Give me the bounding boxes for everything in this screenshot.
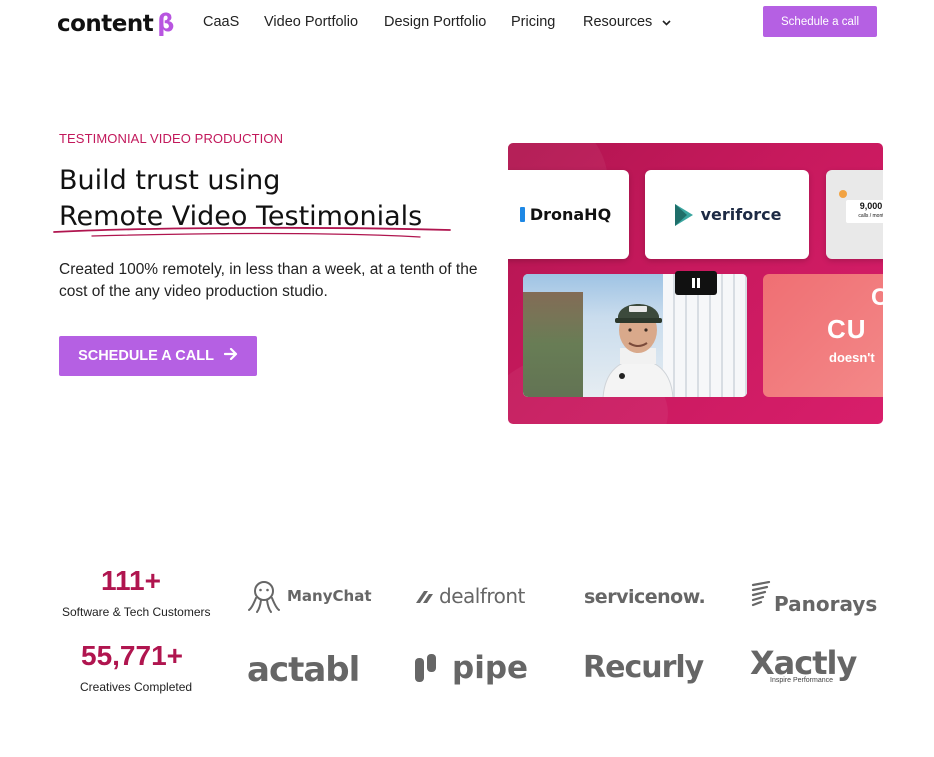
dronahq-label: DronaHQ (529, 205, 612, 224)
logo-beta-mark: β (157, 9, 174, 37)
actabl-label: actabl (247, 650, 360, 690)
pause-icon (692, 278, 700, 288)
pipe-logo: pipe (414, 650, 528, 686)
stat-creatives-label: Creatives Completed (80, 680, 193, 694)
pipe-icon (415, 654, 436, 682)
promo-line1: C (871, 284, 883, 311)
actabl-logo: actabl (247, 650, 360, 690)
veriforce-icon (674, 203, 693, 226)
promo-line3: doesn't (829, 350, 875, 365)
servicenow-logo: servicenow. (584, 586, 706, 608)
schedule-call-hero-button[interactable]: SCHEDULE A CALL (59, 336, 257, 376)
pause-button[interactable] (675, 271, 717, 295)
pipe-label: pipe (452, 650, 529, 686)
panorays-logo: Panorays (751, 578, 877, 616)
dronahq-icon (519, 207, 525, 222)
title-underline-decoration (53, 226, 451, 238)
promo-line2: CU (827, 314, 867, 344)
panorays-icon (751, 581, 771, 607)
manychat-logo: ManyChat (246, 578, 372, 614)
nav-item-label: Design Portfolio (384, 14, 487, 30)
xactly-tagline: Inspire Performance (770, 677, 834, 684)
dealfront-icon (416, 591, 433, 603)
orange-badge-icon (839, 190, 847, 198)
recurly-label: Recurly (583, 650, 704, 685)
logo-text: content (57, 11, 154, 37)
content-logo[interactable]: content β (57, 9, 174, 37)
nav-item-caas[interactable]: CaaS (203, 14, 239, 30)
nav-item-label: Pricing (511, 14, 556, 30)
nav-item-pricing[interactable]: Pricing (511, 14, 555, 30)
stat-customers-value: 111+ (101, 565, 161, 596)
arrow-right-icon (223, 347, 238, 364)
schedule-call-nav-button[interactable]: Schedule a call (763, 6, 877, 37)
nav-item-label: CaaS (203, 14, 240, 30)
dealfront-label: dealfront (439, 584, 525, 608)
manychat-label: ManyChat (287, 587, 372, 605)
cta-label: SCHEDULE A CALL (78, 348, 214, 364)
stat-customers-label: Software & Tech Customers (62, 605, 211, 619)
speaker-figure (602, 304, 674, 397)
calls-stat-value: 9,000 (859, 201, 883, 211)
servicenow-label: servicenow. (584, 586, 706, 608)
hero-lead: Created 100% remotely, in less than a we… (59, 261, 478, 300)
hero-eyebrow: TESTIMONIAL VIDEO PRODUCTION (59, 131, 284, 146)
hero-title-line1: Build trust using (59, 165, 281, 196)
xactly-logo: Xactly Inspire Performance (750, 644, 857, 684)
panorays-label: Panorays (774, 592, 878, 616)
calls-stat-box: 9,000 calls / mont (846, 200, 883, 223)
xactly-label: Xactly (750, 644, 857, 682)
veriforce-logo-card: veriforce (645, 170, 809, 259)
nav-item-label: Video Portfolio (264, 14, 359, 30)
clip-trees (523, 292, 583, 397)
nav-item-label: Resources (583, 14, 653, 30)
nav-item-resources[interactable]: Resources (583, 14, 671, 30)
recurly-logo: Recurly (583, 650, 704, 685)
promo-card: C CU doesn't (763, 274, 883, 397)
veriforce-label: veriforce (700, 205, 782, 224)
chevron-down-icon (662, 14, 671, 30)
calls-stat-caption: calls / mont (858, 213, 883, 219)
nav-item-design-portfolio[interactable]: Design Portfolio (384, 14, 486, 30)
dronahq-logo-card: DronaHQ (508, 170, 629, 259)
stat-creatives-value: 55,771+ (81, 640, 183, 671)
manychat-octopus-icon (248, 581, 280, 613)
testimonial-video-player[interactable]: DronaHQ veriforce 9,000 calls / mont C C… (508, 143, 883, 424)
top-nav: content β CaaS Video Portfolio Design Por… (0, 0, 934, 44)
nav-item-video-portfolio[interactable]: Video Portfolio (264, 14, 358, 30)
calls-stat-card: 9,000 calls / mont (826, 170, 883, 259)
dealfront-logo: dealfront (414, 584, 525, 608)
